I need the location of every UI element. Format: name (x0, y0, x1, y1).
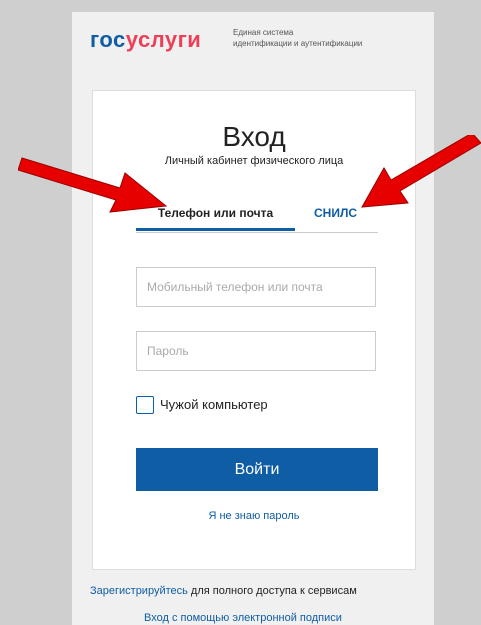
login-button[interactable]: Войти (136, 448, 378, 491)
register-line: Зарегистрируйтесь для полного доступа к … (90, 585, 434, 597)
login-input[interactable] (136, 267, 376, 307)
login-card: Вход Личный кабинет физического лица Тел… (92, 90, 416, 570)
login-tabs: Телефон или почта СНИЛС (136, 206, 378, 233)
subtitle-line-2: идентификации и аутентификации (233, 39, 363, 49)
page-title: Вход (222, 121, 286, 152)
page-subtitle: Личный кабинет физического лица (164, 155, 344, 167)
foreign-computer-checkbox[interactable] (136, 396, 154, 414)
password-input[interactable] (136, 331, 376, 371)
gosuslugi-logo[interactable]: госуслуги (90, 27, 201, 53)
register-link[interactable]: Зарегистрируйтесь (90, 585, 188, 597)
tab-phone-or-email[interactable]: Телефон или почта (136, 206, 295, 231)
register-text: для полного доступа к сервисам (187, 585, 357, 597)
tab-snils[interactable]: СНИЛС (314, 206, 357, 220)
gosuslugi-login-page: госуслуги Единая система идентификации и… (72, 12, 434, 625)
foreign-computer-label[interactable]: Чужой компьютер (160, 397, 268, 412)
forgot-password-link[interactable]: Я не знаю пароль (93, 510, 415, 522)
esign-login-link[interactable]: Вход с помощью электронной подписи (144, 612, 342, 624)
subtitle-line-1: Единая система (233, 28, 294, 37)
header: госуслуги Единая система идентификации и… (90, 22, 424, 72)
esia-subtitle: Единая система идентификации и аутентифи… (233, 27, 362, 49)
